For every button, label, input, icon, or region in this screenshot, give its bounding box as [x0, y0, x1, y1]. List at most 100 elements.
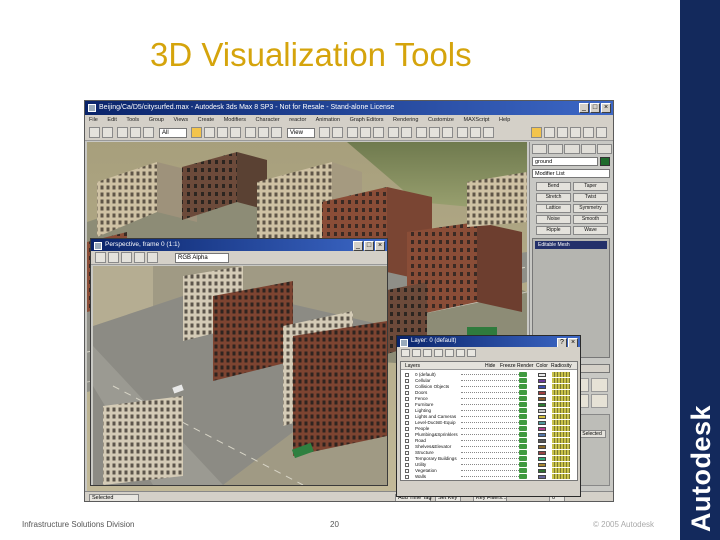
radiosity-icon[interactable]: [552, 414, 570, 419]
render-teapot-icon[interactable]: [519, 456, 527, 461]
menu-graph-editors[interactable]: Graph Editors: [350, 117, 384, 123]
window-crossing-icon[interactable]: [230, 127, 241, 138]
radiosity-icon[interactable]: [552, 408, 570, 413]
render-teapot-icon[interactable]: [519, 444, 527, 449]
blue-channel-icon[interactable]: [147, 252, 158, 263]
layer-expand-checkbox[interactable]: [405, 421, 409, 425]
layer-expand-checkbox[interactable]: [405, 415, 409, 419]
layer-expand-checkbox[interactable]: [405, 379, 409, 383]
modifier-wave-button[interactable]: Wave: [573, 226, 608, 235]
schematic-view-icon[interactable]: [442, 127, 453, 138]
bind-space-warp-icon[interactable]: [143, 127, 154, 138]
layer-expand-checkbox[interactable]: [405, 457, 409, 461]
cameras-tab-icon[interactable]: [580, 144, 596, 154]
layer-color-swatch[interactable]: [538, 457, 546, 461]
render-teapot-icon[interactable]: [519, 384, 527, 389]
object-color-swatch[interactable]: [600, 157, 610, 166]
layer-color-swatch[interactable]: [538, 391, 546, 395]
radiosity-icon[interactable]: [552, 462, 570, 467]
col-color[interactable]: Color: [536, 362, 548, 370]
layer-hide-freeze-toggles[interactable]: [461, 410, 521, 412]
render-teapot-icon[interactable]: [519, 468, 527, 473]
layer-color-swatch[interactable]: [538, 409, 546, 413]
menu-animation[interactable]: Animation: [316, 117, 340, 123]
layer-hide-freeze-toggles[interactable]: [461, 428, 521, 430]
layer-expand-checkbox[interactable]: [405, 469, 409, 473]
layer-hide-freeze-toggles[interactable]: [461, 416, 521, 418]
menu-reactor[interactable]: reactor: [289, 117, 306, 123]
menu-rendering[interactable]: Rendering: [393, 117, 418, 123]
layer-color-swatch[interactable]: [538, 397, 546, 401]
close-icon[interactable]: ×: [601, 103, 611, 113]
selection-region-icon[interactable]: [217, 127, 228, 138]
radiosity-icon[interactable]: [552, 438, 570, 443]
menu-views[interactable]: Views: [174, 117, 189, 123]
layer-hide-freeze-toggles[interactable]: [461, 380, 521, 382]
new-layer-icon[interactable]: [401, 349, 410, 357]
angle-snap-icon[interactable]: [360, 127, 371, 138]
layer-hide-freeze-toggles[interactable]: [461, 404, 521, 406]
layer-hide-freeze-toggles[interactable]: [461, 386, 521, 388]
layer-hide-freeze-toggles[interactable]: [461, 452, 521, 454]
minimize-icon[interactable]: _: [353, 241, 363, 251]
select-by-name-icon[interactable]: [204, 127, 215, 138]
col-render[interactable]: Render: [517, 362, 533, 370]
render-teapot-icon[interactable]: [519, 432, 527, 437]
curve-editor-icon[interactable]: [429, 127, 440, 138]
radiosity-icon[interactable]: [552, 426, 570, 431]
stack-item-editable-mesh[interactable]: Editable Mesh: [535, 241, 607, 249]
radiosity-icon[interactable]: [552, 378, 570, 383]
help-icon[interactable]: ?: [557, 338, 567, 347]
layer-hide-freeze-toggles[interactable]: [461, 458, 521, 460]
redo-icon[interactable]: [102, 127, 113, 138]
layer-expand-checkbox[interactable]: [405, 391, 409, 395]
object-name-field[interactable]: ground: [532, 157, 598, 166]
close-icon[interactable]: ×: [568, 338, 578, 347]
helpers-tab-icon[interactable]: [596, 144, 613, 154]
render-setup-icon[interactable]: [470, 127, 481, 138]
layer-manager-icon[interactable]: [416, 127, 427, 138]
layer-expand-checkbox[interactable]: [405, 397, 409, 401]
layer-color-swatch[interactable]: [538, 439, 546, 443]
layer-row[interactable]: Walls: [401, 474, 577, 480]
render-teapot-icon[interactable]: [519, 372, 527, 377]
unlink-icon[interactable]: [130, 127, 141, 138]
render-teapot-icon[interactable]: [519, 390, 527, 395]
layer-hide-freeze-toggles[interactable]: [461, 464, 521, 466]
radiosity-icon[interactable]: [552, 390, 570, 395]
minimize-icon[interactable]: _: [579, 103, 589, 113]
menu-modifiers[interactable]: Modifiers: [224, 117, 246, 123]
radiosity-icon[interactable]: [552, 372, 570, 377]
menu-help[interactable]: Help: [499, 117, 510, 123]
layer-expand-checkbox[interactable]: [405, 409, 409, 413]
col-radiosity[interactable]: Radiosity: [551, 362, 572, 370]
perspective-titlebar[interactable]: Perspective, frame 0 (1:1) _ □ ×: [91, 239, 387, 251]
layer-expand-checkbox[interactable]: [405, 385, 409, 389]
create-tab-icon[interactable]: [531, 127, 542, 138]
hide-all-icon[interactable]: [456, 349, 465, 357]
main-titlebar[interactable]: Beijing/Ca/D5/citysurfed.max - Autodesk …: [85, 101, 613, 115]
render-teapot-icon[interactable]: [519, 408, 527, 413]
layer-expand-checkbox[interactable]: [405, 463, 409, 467]
hierarchy-tab-icon[interactable]: [557, 127, 568, 138]
layer-color-swatch[interactable]: [538, 421, 546, 425]
modifier-bend-button[interactable]: Bend: [536, 182, 571, 191]
shapes-tab-icon[interactable]: [548, 144, 564, 154]
layer-color-swatch[interactable]: [538, 379, 546, 383]
align-icon[interactable]: [401, 127, 412, 138]
menu-file[interactable]: File: [89, 117, 98, 123]
geometry-tab-icon[interactable]: [532, 144, 548, 154]
close-icon[interactable]: ×: [375, 241, 385, 251]
save-bitmap-icon[interactable]: [95, 252, 106, 263]
layer-hide-freeze-toggles[interactable]: [461, 374, 521, 376]
undo-icon[interactable]: [89, 127, 100, 138]
layer-color-swatch[interactable]: [538, 427, 546, 431]
menu-character[interactable]: Character: [256, 117, 280, 123]
menu-group[interactable]: Group: [149, 117, 164, 123]
mirror-icon[interactable]: [388, 127, 399, 138]
green-channel-icon[interactable]: [134, 252, 145, 263]
utilities-tab-icon[interactable]: [596, 127, 607, 138]
highlight-layer-icon[interactable]: [445, 349, 454, 357]
render-teapot-icon[interactable]: [519, 420, 527, 425]
quick-render-icon[interactable]: [483, 127, 494, 138]
